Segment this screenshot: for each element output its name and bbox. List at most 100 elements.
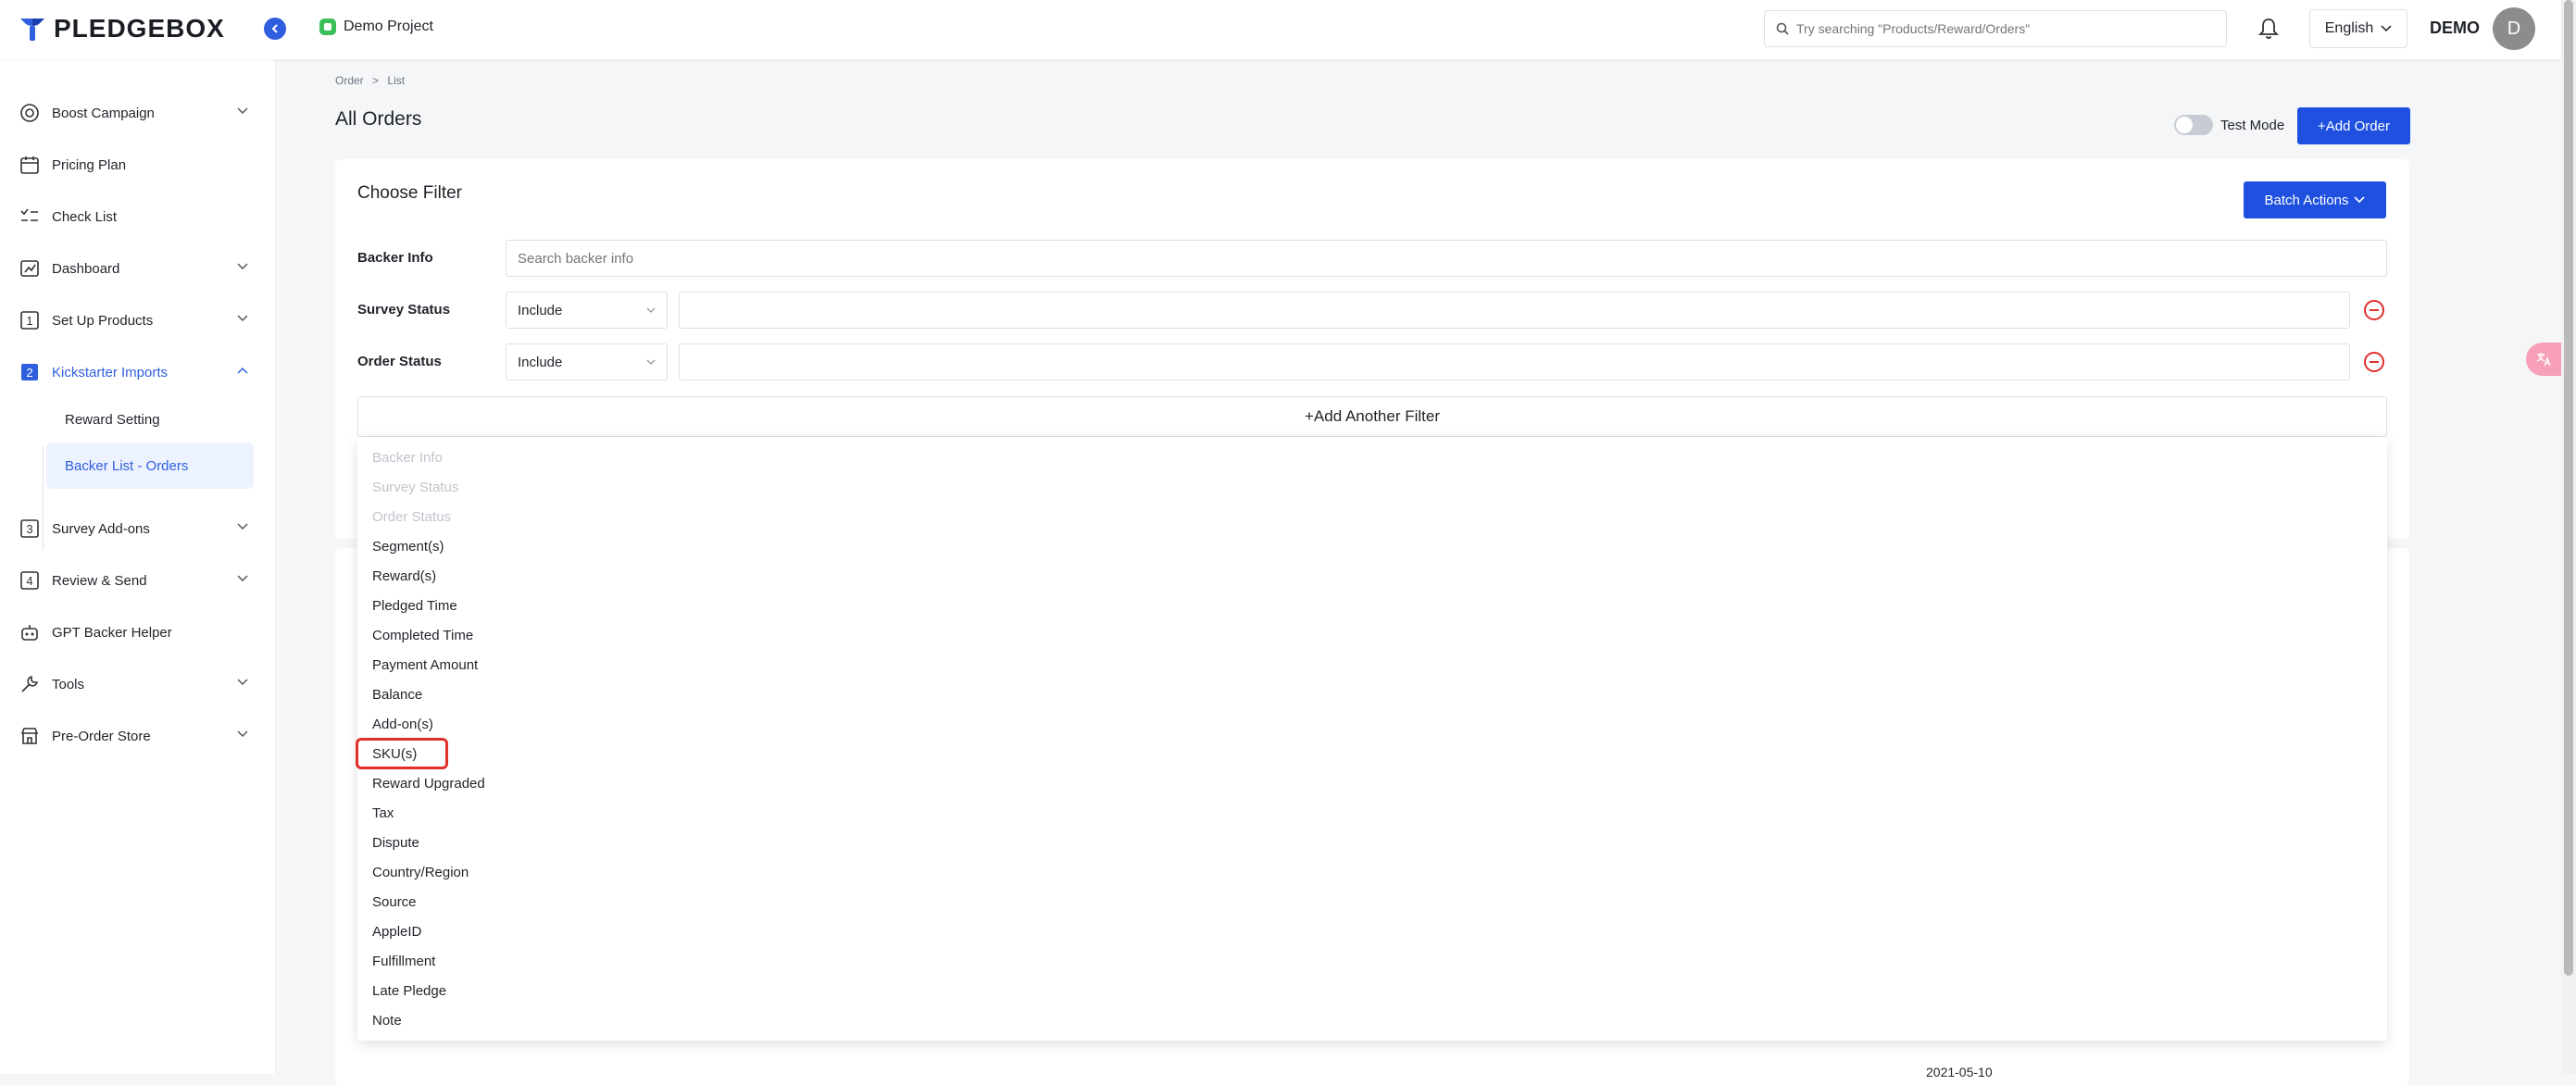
toggle-switch[interactable] [2174, 115, 2213, 135]
bell-icon[interactable] [2257, 17, 2280, 41]
sidebar-item-label: Pricing Plan [52, 156, 127, 173]
logo-text: PLEDGEBOX [54, 14, 225, 43]
test-mode-toggle[interactable]: Test Mode [2174, 115, 2284, 135]
svg-text:3: 3 [26, 522, 32, 536]
chevron-down-icon [237, 107, 248, 115]
scrollbar-thumb[interactable] [2564, 0, 2573, 976]
dropdown-option-payment-amount[interactable]: Payment Amount [372, 657, 478, 673]
dropdown-option-late-pledge[interactable]: Late Pledge [372, 983, 446, 999]
breadcrumb-separator: > [372, 74, 380, 87]
sidebar-item-dashboard[interactable]: Dashboard [19, 248, 256, 289]
sidebar-item-label: Survey Add-ons [52, 520, 150, 537]
dropdown-option-source[interactable]: Source [372, 894, 417, 910]
sidebar-item-tools[interactable]: Tools [19, 664, 256, 705]
dropdown-option-order-status: Order Status [372, 509, 452, 525]
chevron-up-icon [237, 367, 248, 374]
chevron-down-icon [237, 523, 248, 530]
dropdown-option-note[interactable]: Note [372, 1013, 402, 1029]
breadcrumb-current: List [387, 74, 406, 87]
dropdown-option-completed-time[interactable]: Completed Time [372, 628, 473, 643]
sidebar-item-label: Boost Campaign [52, 105, 155, 121]
sidebar-item-label: Set Up Products [52, 312, 154, 329]
remove-filter-icon[interactable] [2363, 351, 2385, 373]
sidebar-subitem-reward-setting[interactable]: Reward Setting [46, 396, 254, 443]
backer-info-input[interactable] [506, 240, 2387, 277]
remove-filter-icon[interactable] [2363, 299, 2385, 321]
page-title: All Orders [335, 108, 422, 130]
dashboard-icon [19, 257, 41, 280]
sidebar-item-pre-order-store[interactable]: Pre-Order Store [19, 716, 256, 756]
breadcrumb-root[interactable]: Order [335, 74, 364, 87]
wrench-icon [19, 673, 41, 695]
chevron-down-icon [237, 263, 248, 270]
order-status-value-input[interactable] [679, 343, 2350, 380]
survey-status-label: Survey Status [357, 302, 451, 318]
svg-text:1: 1 [26, 314, 32, 328]
add-order-button[interactable]: +Add Order [2297, 107, 2410, 144]
sidebar-item-label: Review & Send [52, 572, 147, 589]
sidebar-item-kickstarter-imports[interactable]: 2 Kickstarter Imports [19, 352, 256, 393]
chevron-down-icon [2381, 25, 2392, 32]
sidebar-subitem-label: Reward Setting [65, 411, 160, 428]
dropdown-option-balance[interactable]: Balance [372, 687, 422, 703]
avatar[interactable]: D [2493, 7, 2535, 50]
sidebar-item-set-up-products[interactable]: 1 Set Up Products [19, 300, 256, 341]
sidebar-item-pricing-plan[interactable]: Pricing Plan [19, 144, 256, 185]
checklist-icon [19, 206, 41, 228]
sidebar-item-review-send[interactable]: 4 Review & Send [19, 560, 256, 601]
dropdown-option-rewards[interactable]: Reward(s) [372, 568, 436, 584]
batch-actions-button[interactable]: Batch Actions [2244, 181, 2386, 218]
step-three-icon: 3 [19, 518, 41, 540]
sidebar-item-boost-campaign[interactable]: Boost Campaign [19, 93, 256, 133]
logo[interactable]: PLEDGEBOX [19, 14, 225, 43]
select-value: Include [518, 354, 563, 370]
batch-actions-label: Batch Actions [2264, 192, 2349, 208]
dropdown-option-reward-upgraded[interactable]: Reward Upgraded [372, 776, 485, 792]
robot-icon [19, 621, 41, 643]
search-icon [1776, 22, 1789, 35]
table-date-text: 2021-05-10 [1926, 1065, 1993, 1079]
collapse-sidebar-button[interactable] [264, 18, 286, 40]
global-search[interactable] [1764, 10, 2227, 47]
survey-status-select[interactable]: Include [506, 292, 668, 329]
sidebar-subitem-label: Backer List - Orders [65, 457, 189, 474]
dropdown-option-country-region[interactable]: Country/Region [372, 865, 469, 880]
select-value: Include [518, 302, 563, 318]
sidebar-item-label: Tools [52, 676, 85, 692]
pledgebox-logo-icon [20, 19, 44, 41]
chevron-down-icon [2354, 196, 2366, 204]
dropdown-option-segments[interactable]: Segment(s) [372, 539, 444, 555]
backer-info-label: Backer Info [357, 250, 433, 266]
language-selector[interactable]: English [2309, 9, 2407, 48]
chevron-left-icon [271, 24, 278, 33]
chevron-down-icon [237, 575, 248, 582]
dropdown-option-dispute[interactable]: Dispute [372, 835, 419, 851]
sidebar-subitem-backer-list-orders[interactable]: Backer List - Orders [46, 443, 254, 489]
order-status-select[interactable]: Include [506, 343, 668, 380]
search-input[interactable] [1794, 20, 2202, 37]
dropdown-option-backer-info: Backer Info [372, 450, 443, 466]
sidebar-item-check-list[interactable]: Check List [19, 196, 256, 237]
add-another-filter-button[interactable]: +Add Another Filter [357, 396, 2387, 437]
language-label: English [2324, 20, 2374, 36]
user-name: DEMO [2430, 19, 2480, 37]
dropdown-option-tax[interactable]: Tax [372, 805, 394, 821]
sidebar: Boost Campaign Pricing Plan Check List D… [0, 59, 276, 1074]
dropdown-option-fulfillment[interactable]: Fulfillment [372, 954, 435, 969]
survey-status-value-input[interactable] [679, 292, 2350, 329]
project-selector[interactable]: Demo Project [319, 19, 433, 35]
breadcrumb: Order > List [335, 74, 405, 87]
dropdown-option-appleid[interactable]: AppleID [372, 924, 421, 940]
boost-icon [19, 102, 41, 124]
dropdown-option-add-ons[interactable]: Add-on(s) [372, 717, 433, 732]
step-four-icon: 4 [19, 569, 41, 592]
dropdown-option-pledged-time[interactable]: Pledged Time [372, 598, 457, 614]
sidebar-item-survey-add-ons[interactable]: 3 Survey Add-ons [19, 508, 256, 549]
store-icon [19, 725, 41, 747]
sidebar-item-gpt-backer-helper[interactable]: GPT Backer Helper [19, 612, 256, 653]
sidebar-item-label: Check List [52, 208, 118, 225]
dropdown-option-survey-status: Survey Status [372, 480, 459, 495]
step-one-icon: 1 [19, 309, 41, 331]
floating-translate-tab[interactable] [2526, 343, 2561, 376]
sidebar-item-label: GPT Backer Helper [52, 624, 172, 641]
